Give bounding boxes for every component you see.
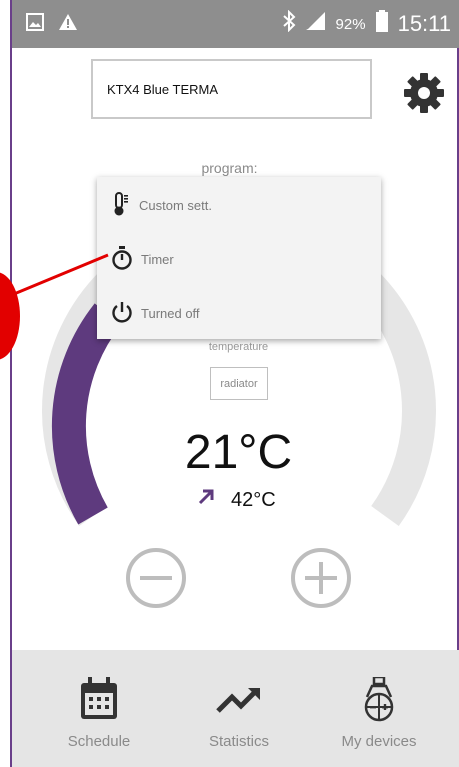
bottom-navigation: Schedule Statistics My devices xyxy=(12,650,459,767)
trend-chart-icon xyxy=(215,677,263,723)
nav-label: Schedule xyxy=(67,733,131,750)
nav-label: My devices xyxy=(341,733,417,750)
app-screen: . 92% 15:11 KTX4 Blue TERMA program: tem… xyxy=(0,0,459,767)
calendar-icon xyxy=(79,677,119,723)
nav-statistics[interactable]: Statistics xyxy=(174,650,304,767)
device-icon xyxy=(359,675,399,723)
nav-my-devices[interactable]: My devices xyxy=(314,650,444,767)
nav-label: Statistics xyxy=(208,733,269,750)
nav-schedule[interactable]: Schedule xyxy=(34,650,164,767)
